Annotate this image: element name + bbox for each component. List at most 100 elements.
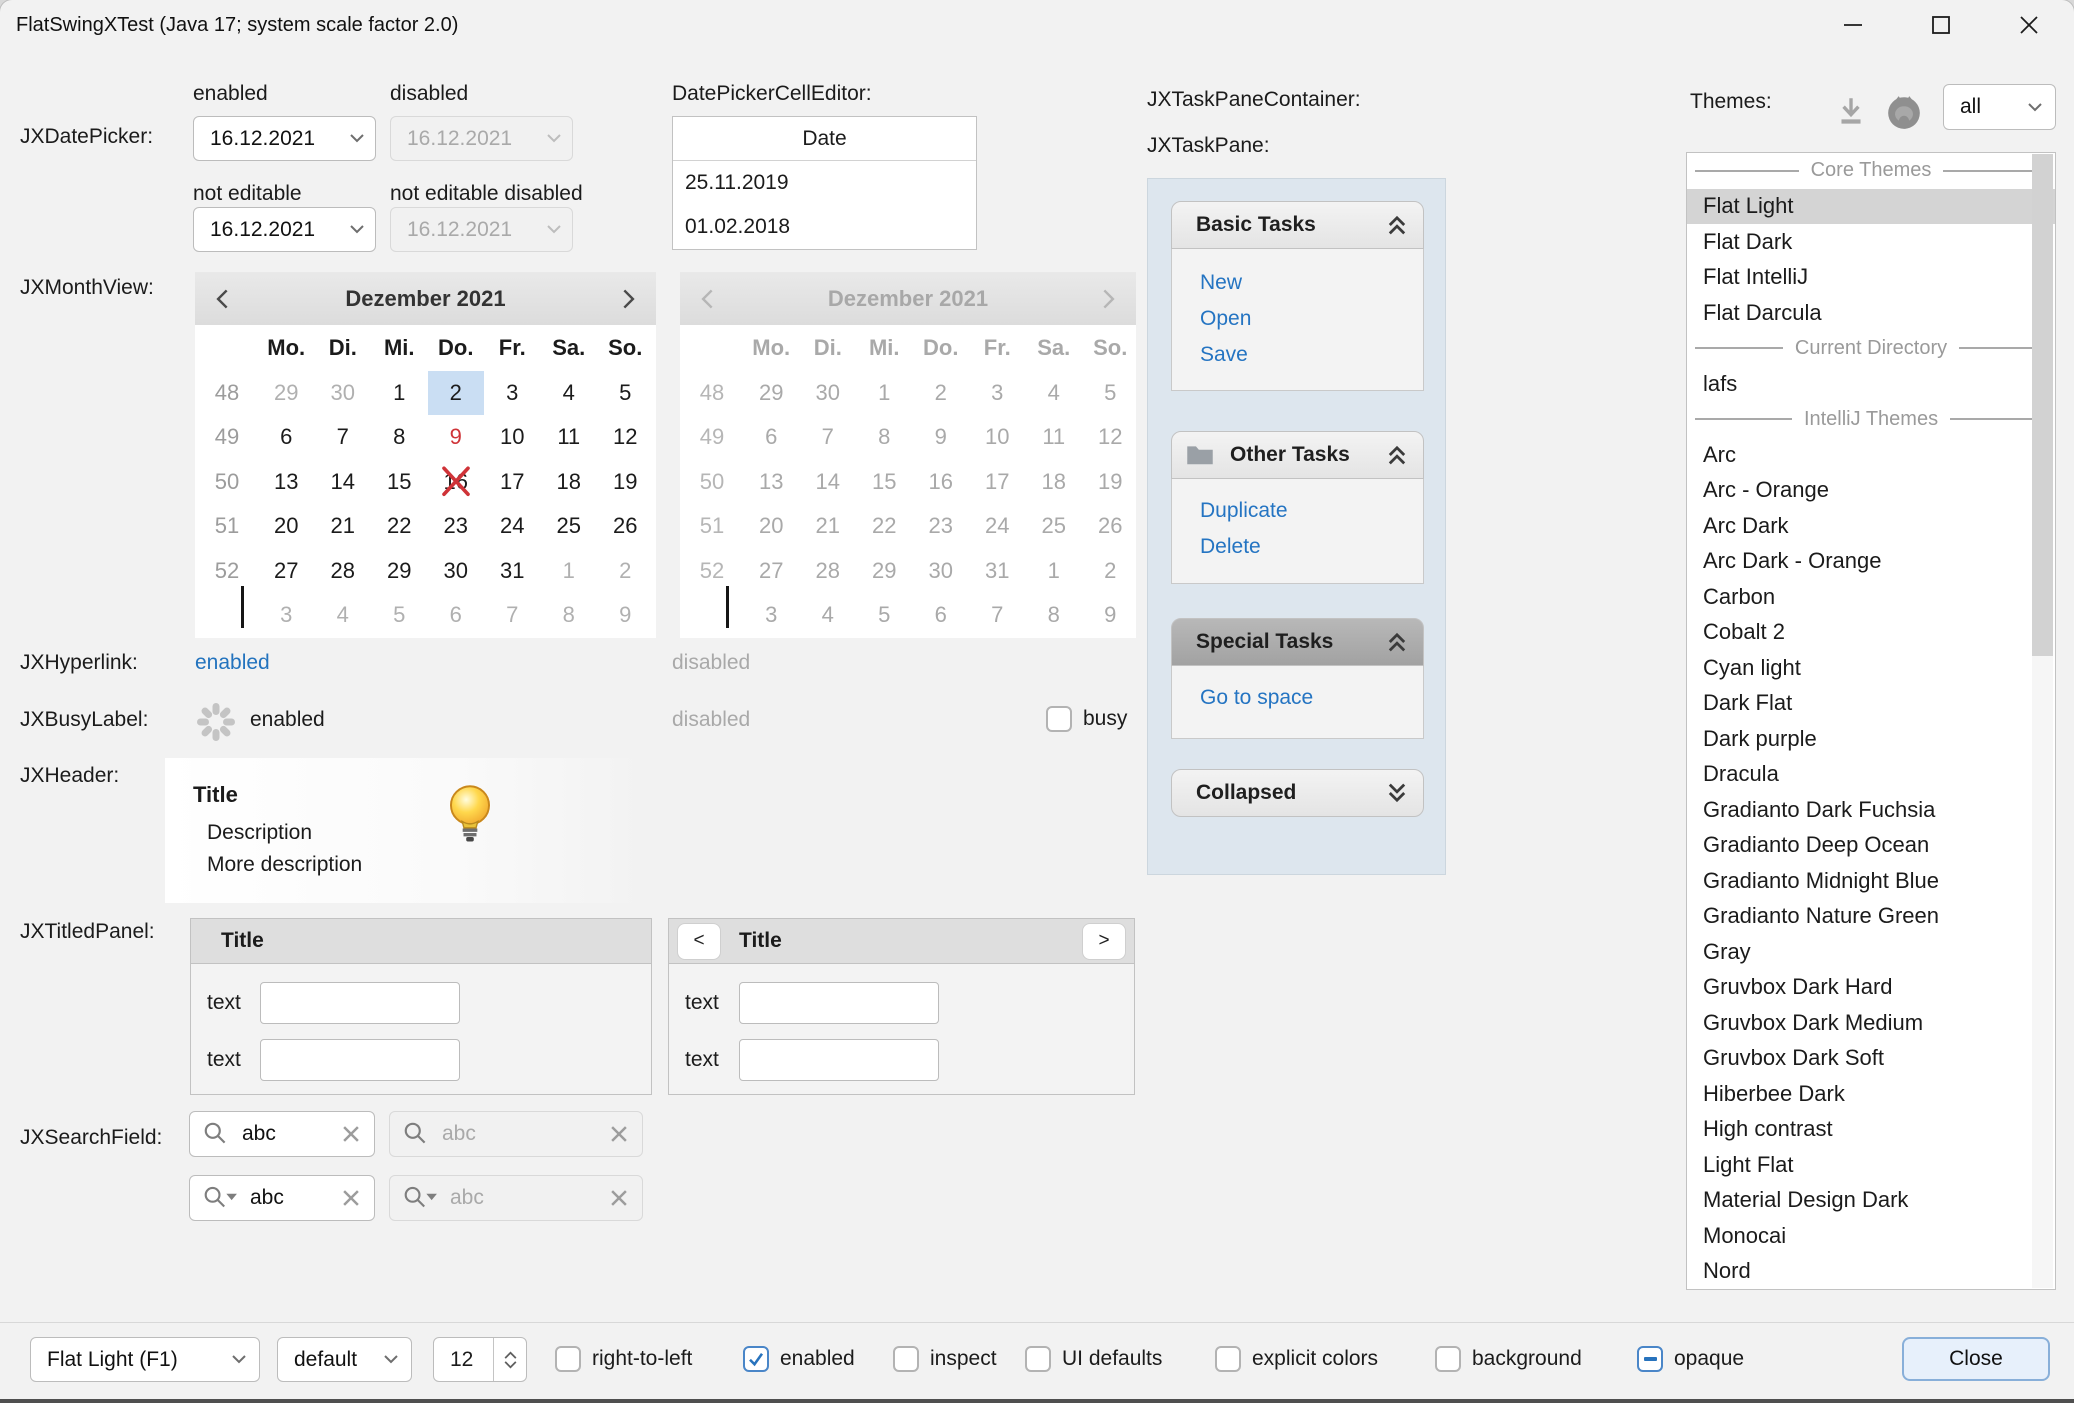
clear-icon[interactable] (340, 1123, 362, 1145)
day-cell[interactable]: 29 (258, 371, 315, 416)
taskpane-link[interactable]: Delete (1172, 529, 1423, 565)
datepicker-value[interactable]: 16.12.2021 (194, 127, 339, 151)
theme-list-item[interactable]: Gradianto Dark Fuchsia (1687, 792, 2055, 828)
day-cell[interactable]: 3 (258, 593, 315, 638)
day-cell[interactable]: 12 (597, 415, 654, 460)
day-cell[interactable]: 8 (541, 593, 598, 638)
theme-list-item[interactable]: Carbon (1687, 579, 2055, 615)
day-cell[interactable]: 4 (315, 593, 372, 638)
theme-list-item[interactable]: Gruvbox Dark Soft (1687, 1041, 2055, 1077)
theme-list-item[interactable]: Hiberbee Dark (1687, 1076, 2055, 1112)
text-field[interactable] (260, 1039, 460, 1081)
inspect-checkbox[interactable] (893, 1346, 919, 1372)
spinner-buttons[interactable] (493, 1338, 526, 1381)
datepicker-enabled[interactable]: 16.12.2021 (193, 116, 376, 161)
text-field[interactable] (739, 1039, 939, 1081)
text-field[interactable] (739, 982, 939, 1024)
hyperlink-enabled[interactable]: enabled (195, 651, 270, 675)
theme-list-item[interactable]: Light Flat (1687, 1147, 2055, 1183)
day-cell[interactable]: 1 (541, 549, 598, 594)
day-cell[interactable]: 28 (315, 549, 372, 594)
github-icon[interactable] (1885, 93, 1923, 131)
search-icon[interactable] (202, 1120, 230, 1148)
day-cell[interactable]: 18 (541, 460, 598, 505)
day-cell[interactable]: 19 (597, 460, 654, 505)
day-cell[interactable]: 27 (258, 549, 315, 594)
day-cell[interactable]: 8 (371, 415, 428, 460)
taskpane-link[interactable]: Open (1172, 301, 1423, 337)
theme-list-item[interactable]: Cyan light (1687, 650, 2055, 686)
day-cell[interactable]: 7 (315, 415, 372, 460)
theme-list-item[interactable]: Dracula (1687, 757, 2055, 793)
table-row[interactable]: 25.11.2019 (673, 161, 976, 205)
scrollbar-thumb[interactable] (2032, 154, 2053, 656)
day-cell[interactable]: 1 (371, 371, 428, 416)
theme-list-item[interactable]: Arc Dark (1687, 508, 2055, 544)
theme-list-item[interactable]: Monocai (1687, 1218, 2055, 1254)
taskpane-link[interactable]: Go to space (1172, 680, 1423, 716)
opaque-checkbox[interactable] (1637, 1346, 1663, 1372)
day-cell[interactable]: 4 (541, 371, 598, 416)
expand-icon[interactable] (1385, 781, 1409, 805)
taskpane-header[interactable]: Collapsed (1171, 769, 1424, 817)
font-combobox[interactable]: default (277, 1337, 412, 1382)
theme-list-item[interactable]: Material Design Dark (1687, 1183, 2055, 1219)
day-cell[interactable]: 9 (597, 593, 654, 638)
theme-list-item[interactable]: Gruvbox Dark Hard (1687, 970, 2055, 1006)
taskpane-link[interactable]: Duplicate (1172, 493, 1423, 529)
next-button[interactable]: > (1082, 923, 1126, 960)
day-cell[interactable]: 10 (484, 415, 541, 460)
day-cell[interactable]: 2 (597, 549, 654, 594)
enabled-checkbox[interactable] (743, 1346, 769, 1372)
text-field[interactable] (260, 982, 460, 1024)
search-field[interactable]: abc (189, 1175, 375, 1221)
right-to-left-checkbox[interactable] (555, 1346, 581, 1372)
themes-filter-combobox[interactable]: all (1943, 84, 2056, 130)
theme-list-item[interactable]: Dark purple (1687, 721, 2055, 757)
theme-list-item[interactable]: Flat Dark (1687, 224, 2055, 260)
day-cell[interactable]: 16 (428, 460, 485, 505)
theme-list-item[interactable]: Arc (1687, 437, 2055, 473)
taskpane-header[interactable]: Other Tasks (1171, 431, 1424, 479)
prev-button[interactable]: < (677, 923, 721, 960)
theme-list-item[interactable]: Nord (1687, 1254, 2055, 1290)
collapse-icon[interactable] (1385, 443, 1409, 467)
theme-list-item[interactable]: Gradianto Deep Ocean (1687, 828, 2055, 864)
theme-list-item[interactable]: lafs (1687, 366, 2055, 402)
collapse-icon[interactable] (1385, 630, 1409, 654)
taskpane-header[interactable]: Special Tasks (1171, 618, 1424, 666)
theme-list-item[interactable]: Gruvbox Dark Medium (1687, 1005, 2055, 1041)
day-cell[interactable]: 29 (371, 549, 428, 594)
day-cell[interactable]: 14 (315, 460, 372, 505)
ui-defaults-checkbox[interactable] (1025, 1346, 1051, 1372)
taskpane-header[interactable]: Basic Tasks (1171, 201, 1424, 249)
laf-combobox[interactable]: Flat Light (F1) (30, 1337, 260, 1382)
search-input-value[interactable]: abc (250, 1186, 328, 1210)
busy-checkbox[interactable] (1046, 706, 1072, 732)
theme-list-item[interactable]: Gray (1687, 934, 2055, 970)
theme-list-item[interactable]: Arc - Orange (1687, 473, 2055, 509)
search-dropdown-icon[interactable] (202, 1184, 238, 1212)
background-checkbox[interactable] (1435, 1346, 1461, 1372)
spinner-value[interactable]: 12 (434, 1338, 493, 1381)
clear-icon[interactable] (340, 1187, 362, 1209)
day-cell[interactable]: 17 (484, 460, 541, 505)
day-cell[interactable]: 3 (484, 371, 541, 416)
theme-list-item[interactable]: Gradianto Midnight Blue (1687, 863, 2055, 899)
day-cell[interactable]: 26 (597, 504, 654, 549)
close-button[interactable]: Close (1902, 1337, 2050, 1381)
day-cell[interactable]: 22 (371, 504, 428, 549)
prev-month-icon[interactable] (213, 288, 233, 310)
day-cell[interactable]: 15 (371, 460, 428, 505)
download-icon[interactable] (1833, 94, 1869, 130)
table-row[interactable]: 01.02.2018 (673, 205, 976, 249)
taskpane-link[interactable]: Save (1172, 337, 1423, 373)
font-size-spinner[interactable]: 12 (433, 1337, 527, 1382)
maximize-button[interactable] (1908, 0, 1974, 55)
chevron-down-icon[interactable] (339, 134, 375, 143)
chevron-down-icon[interactable] (339, 225, 375, 234)
datepicker-not-editable[interactable]: 16.12.2021 (193, 207, 376, 252)
table-column-header[interactable]: Date (673, 117, 976, 161)
day-cell[interactable]: 5 (371, 593, 428, 638)
day-cell[interactable]: 31 (484, 549, 541, 594)
